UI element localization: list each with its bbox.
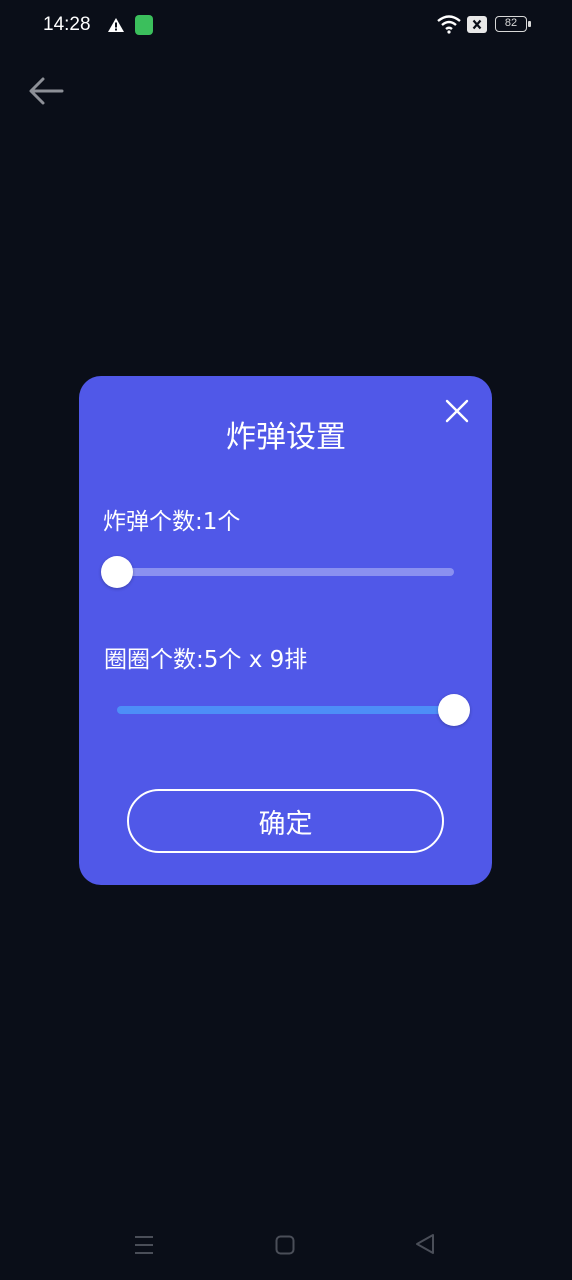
arrow-left-icon — [29, 77, 64, 105]
warning-icon — [107, 17, 125, 37]
app-notification-icon — [135, 15, 153, 35]
home-icon[interactable] — [275, 1235, 295, 1259]
bomb-count-label: 炸弹个数:1个 — [103, 509, 241, 535]
back-triangle-icon[interactable] — [414, 1233, 436, 1259]
close-button[interactable] — [442, 396, 472, 426]
bomb-count-slider-track[interactable] — [117, 568, 454, 576]
status-bar: 14:28 82 — [0, 0, 572, 52]
dialog-title: 炸弹设置 — [226, 420, 346, 455]
wifi-icon — [436, 14, 462, 38]
menu-icon[interactable] — [133, 1234, 155, 1260]
battery-tip — [528, 21, 531, 27]
ring-count-slider-thumb[interactable] — [438, 694, 470, 726]
status-time: 14:28 — [43, 14, 91, 35]
ring-count-label: 圈圈个数:5个 x 9排 — [104, 647, 308, 673]
sim-x-icon — [467, 16, 487, 33]
back-button[interactable] — [26, 74, 66, 108]
bomb-count-slider-thumb[interactable] — [101, 556, 133, 588]
confirm-button[interactable]: 确定 — [127, 789, 444, 853]
ring-count-slider-track[interactable] — [117, 706, 454, 714]
battery-icon: 82 — [495, 16, 527, 32]
close-icon — [445, 399, 469, 423]
